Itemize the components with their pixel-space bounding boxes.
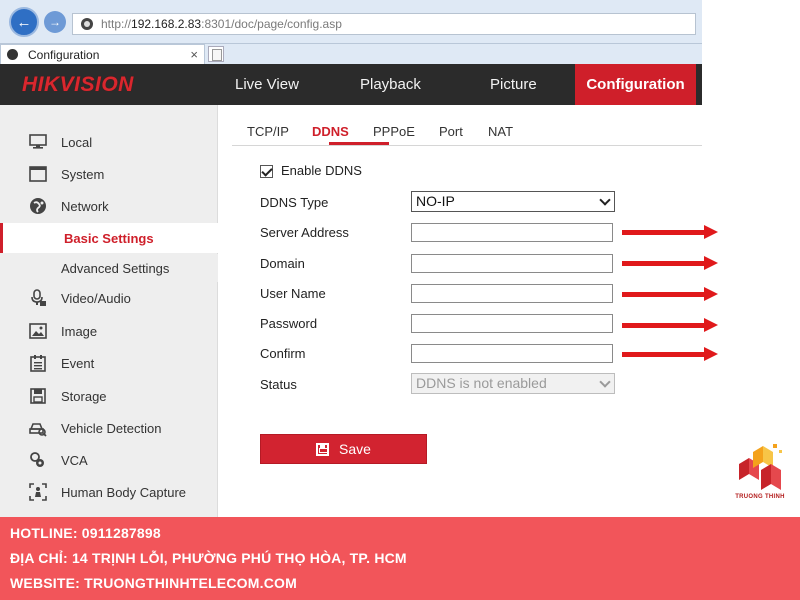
calendar-icon <box>29 354 47 372</box>
vca-icon <box>29 451 47 469</box>
user-name-input[interactable] <box>411 284 613 303</box>
ddns-type-value: NO-IP <box>416 193 455 209</box>
network-tabs: TCP/IP DDNS PPPoE Port NAT <box>232 118 702 146</box>
vehicle-icon <box>29 419 47 437</box>
back-arrow-icon[interactable]: ← <box>9 7 39 37</box>
sidebar-item-local[interactable]: Local <box>0 128 218 156</box>
sidebar-item-label: Storage <box>61 388 107 404</box>
domain-label: Domain <box>260 256 305 271</box>
brand-name: TRUONG THINH <box>735 494 785 500</box>
server-address-label: Server Address <box>260 225 349 240</box>
nav-playback[interactable]: Playback <box>360 64 421 105</box>
window-icon <box>29 165 47 183</box>
nav-picture[interactable]: Picture <box>490 64 537 105</box>
url-prefix: http:// <box>101 17 132 31</box>
red-arrow-icon <box>622 318 718 332</box>
sidebar: Local System Network Basic Settings Adva… <box>0 105 218 517</box>
microphone-icon <box>29 289 47 307</box>
chevron-down-icon <box>599 376 611 388</box>
sidebar-item-system[interactable]: System <box>0 160 218 188</box>
sidebar-item-label: System <box>61 166 105 182</box>
red-arrow-icon <box>622 256 718 270</box>
red-arrow-icon <box>622 225 718 239</box>
sidebar-item-basic-settings[interactable]: Basic Settings <box>0 223 218 253</box>
status-value: DDNS is not enabled <box>416 375 547 391</box>
url-host: 192.168.2.83 <box>131 17 202 31</box>
sidebar-item-label: Video/Audio <box>61 290 131 306</box>
sidebar-item-label: Network <box>61 198 109 214</box>
browser-tab[interactable]: Configuration × <box>0 44 205 64</box>
sidebar-item-label: Human Body Capture <box>61 484 187 500</box>
globe-icon <box>29 197 47 215</box>
footer-hotline: HOTLINE: 0911287898 <box>10 525 161 541</box>
nav-live-view[interactable]: Live View <box>235 64 299 105</box>
sidebar-item-human-body-capture[interactable]: Human Body Capture <box>0 478 218 506</box>
tab-close-icon[interactable]: × <box>190 47 198 62</box>
chevron-down-icon <box>599 194 611 206</box>
site-icon <box>81 18 93 30</box>
sidebar-item-label: VCA <box>61 452 88 468</box>
sidebar-item-vca[interactable]: VCA <box>0 446 218 474</box>
sidebar-item-label: Event <box>61 355 95 371</box>
monitor-icon <box>29 133 47 151</box>
url-input[interactable]: http:// 192.168.2.83 :8301/doc/page/conf… <box>72 13 696 35</box>
sidebar-item-label: Image <box>61 323 98 339</box>
footer-website: WEBSITE: TRUONGTHINHTELECOM.COM <box>10 575 297 591</box>
browser-address-bar: ← → http:// 192.168.2.83 :8301/doc/page/… <box>0 0 702 44</box>
sidebar-item-video-audio[interactable]: Video/Audio <box>0 284 218 312</box>
browser-tab-strip: Configuration × <box>0 44 702 64</box>
url-path: :8301/doc/page/config.asp <box>201 17 342 31</box>
sidebar-item-label: Basic Settings <box>64 230 154 246</box>
nav-configuration[interactable]: Configuration <box>575 64 696 105</box>
password-label: Password <box>260 316 318 331</box>
status-select: DDNS is not enabled <box>411 373 615 394</box>
tab-port[interactable]: Port <box>439 124 463 139</box>
sidebar-item-storage[interactable]: Storage <box>0 382 218 410</box>
red-arrow-icon <box>622 287 718 301</box>
ddns-type-select[interactable]: NO-IP <box>411 191 615 212</box>
ddns-type-label: DDNS Type <box>260 195 329 210</box>
enable-ddns-label: Enable DDNS <box>281 163 362 178</box>
top-navigation: HIKVISION Live View Playback Picture Con… <box>0 64 702 105</box>
enable-ddns-checkbox[interactable] <box>260 165 273 178</box>
password-input[interactable] <box>411 314 613 333</box>
disk-icon <box>29 387 47 405</box>
status-label: Status <box>260 377 297 392</box>
footer-banner: HOTLINE: 0911287898 ĐỊA CHỈ: 14 TRỊNH LỖ… <box>0 517 800 600</box>
save-disk-icon <box>316 442 330 456</box>
sidebar-item-image[interactable]: Image <box>0 317 218 345</box>
tab-nat[interactable]: NAT <box>488 124 513 139</box>
sidebar-item-vehicle-detection[interactable]: Vehicle Detection <box>0 414 218 442</box>
sidebar-item-network[interactable]: Network <box>0 192 218 220</box>
confirm-label: Confirm <box>260 346 306 361</box>
new-tab-icon[interactable] <box>208 46 224 62</box>
image-icon <box>29 322 47 340</box>
tab-tcp-ip[interactable]: TCP/IP <box>247 124 289 139</box>
forward-arrow-icon[interactable]: → <box>44 11 66 33</box>
sidebar-item-label: Advanced Settings <box>61 260 170 276</box>
sidebar-item-advanced-settings[interactable]: Advanced Settings <box>0 254 218 282</box>
red-arrow-icon <box>622 347 718 361</box>
user-name-label: User Name <box>260 286 326 301</box>
tab-title: Configuration <box>28 47 100 62</box>
save-button[interactable]: Save <box>260 434 427 464</box>
save-label: Save <box>339 441 371 457</box>
sidebar-item-label: Local <box>61 134 93 150</box>
domain-input[interactable] <box>411 254 613 273</box>
confirm-input[interactable] <box>411 344 613 363</box>
person-capture-icon <box>29 483 47 501</box>
footer-address: ĐỊA CHỈ: 14 TRỊNH LỖI, PHƯỜNG PHÚ THỌ HÒ… <box>10 550 407 566</box>
server-address-input[interactable] <box>411 223 613 242</box>
hikvision-logo: HIKVISION <box>22 73 134 96</box>
tab-ddns[interactable]: DDNS <box>312 124 349 139</box>
tab-pppoe[interactable]: PPPoE <box>373 124 415 139</box>
active-tab-indicator <box>329 142 389 145</box>
sidebar-item-event[interactable]: Event <box>0 349 218 377</box>
sidebar-item-label: Vehicle Detection <box>61 420 162 436</box>
tab-favicon-icon <box>7 49 18 60</box>
screenshot-root: ← → http:// 192.168.2.83 :8301/doc/page/… <box>0 0 800 600</box>
